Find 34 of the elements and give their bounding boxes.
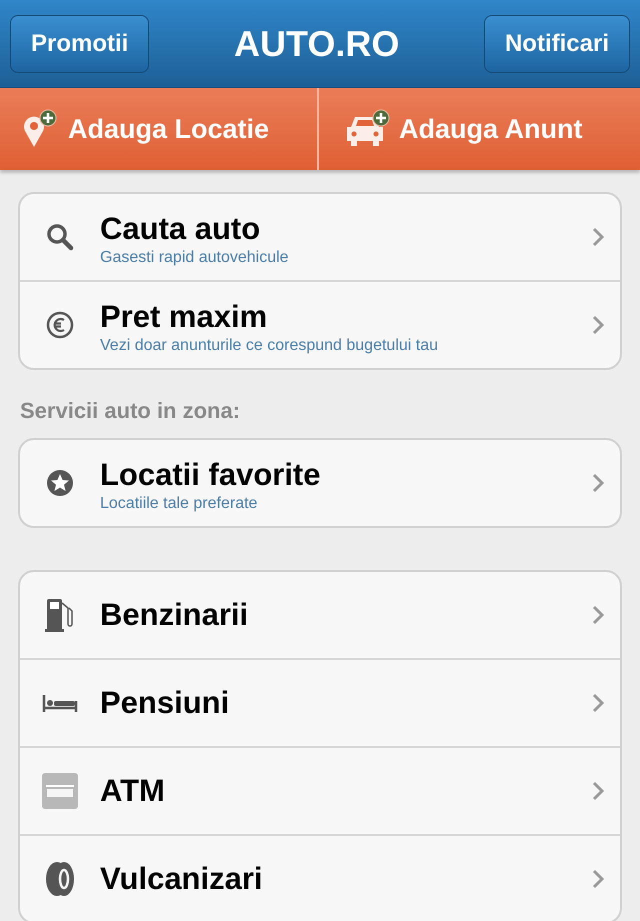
menu-item[interactable]: Cauta auto Gasesti rapid autovehicule bbox=[20, 194, 620, 282]
item-subtitle: Gasesti rapid autovehicule bbox=[100, 249, 290, 267]
item-title: ATM bbox=[100, 773, 166, 809]
item-title: Pret maxim bbox=[100, 299, 268, 335]
chevron-icon bbox=[592, 869, 604, 889]
item-title: Pensiuni bbox=[100, 685, 230, 721]
item-subtitle: Locatiile tale preferate bbox=[100, 495, 258, 513]
promotions-button[interactable]: Promotii bbox=[10, 14, 150, 72]
atm-card-icon bbox=[42, 773, 78, 809]
section-heading: Servicii auto in zona: bbox=[20, 398, 242, 424]
item-title: Vulcanizari bbox=[100, 861, 264, 897]
menu-item[interactable]: Vulcanizari bbox=[20, 836, 620, 921]
chevron-icon bbox=[592, 693, 604, 713]
menu-item[interactable]: Locatii favorite Locatiile tale preferate bbox=[20, 440, 620, 526]
tire-icon bbox=[44, 861, 76, 897]
item-title: Cauta auto bbox=[100, 211, 262, 247]
app-title: AUTO.RO bbox=[234, 22, 400, 64]
menu-item[interactable]: Pret maxim Vezi doar anunturile ce corespund bugetului tau bbox=[20, 282, 620, 368]
item-title: Benzinarii bbox=[100, 597, 250, 633]
search-icon bbox=[46, 223, 74, 251]
item-title: Locatii favorite bbox=[100, 457, 322, 493]
item-subtitle: Vezi doar anunturile ce corespund bugetului tau bbox=[100, 337, 440, 355]
euro-icon bbox=[46, 311, 74, 339]
menu-item[interactable]: Benzinarii bbox=[20, 572, 620, 660]
chevron-icon bbox=[592, 781, 604, 801]
menu-item[interactable]: Pensiuni bbox=[20, 660, 620, 748]
menu-item[interactable]: ATM bbox=[20, 748, 620, 836]
chevron-icon bbox=[592, 315, 604, 335]
chevron-icon bbox=[592, 473, 604, 493]
chevron-icon bbox=[592, 227, 604, 247]
fuel-pump-icon bbox=[44, 597, 76, 633]
bed-icon bbox=[42, 693, 78, 713]
chevron-icon bbox=[592, 605, 604, 625]
notifications-button[interactable]: Notificari bbox=[484, 14, 630, 72]
